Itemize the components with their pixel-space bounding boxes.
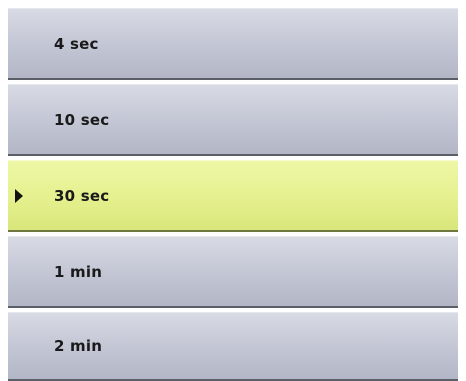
menu-item-4-sec[interactable]: 4 sec [8, 8, 458, 80]
menu-item-10-sec[interactable]: 10 sec [8, 84, 458, 156]
menu-item-1-min[interactable]: 1 min [8, 236, 458, 308]
menu-item-label: 30 sec [54, 186, 110, 205]
selected-arrow-icon [15, 188, 23, 203]
menu-item-label: 2 min [54, 337, 103, 355]
menu-item-label: 1 min [54, 262, 103, 281]
menu-item-label: 10 sec [54, 110, 110, 129]
timeout-option-list: 4 sec 10 sec 30 sec 1 min 2 min [0, 0, 466, 381]
menu-item-30-sec[interactable]: 30 sec [8, 160, 458, 232]
menu-item-2-min[interactable]: 2 min [8, 312, 458, 381]
menu-item-label: 4 sec [54, 34, 99, 53]
